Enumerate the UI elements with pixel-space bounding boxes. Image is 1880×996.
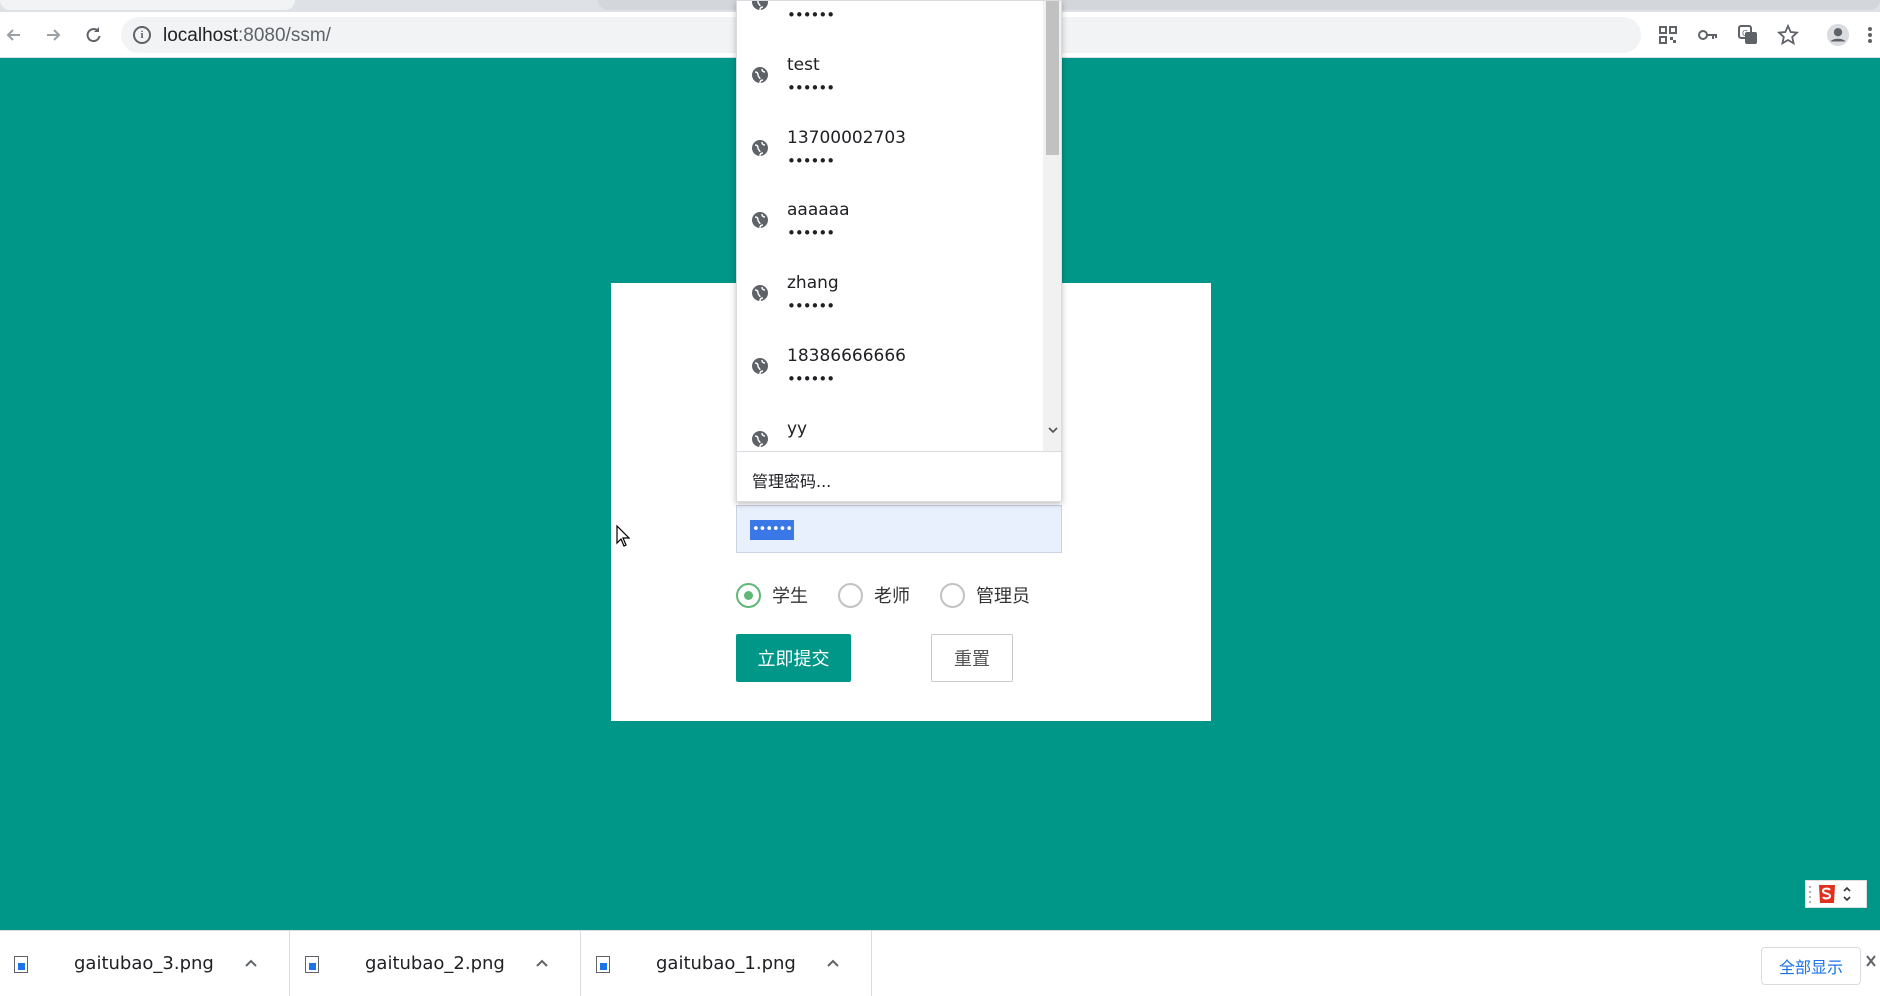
autofill-item[interactable]: aaaaaa •••••• [737,182,1043,254]
autofill-password-dots: •••••• [787,370,835,388]
url-text[interactable]: localhost:8080/ssm/ [163,25,331,47]
chevron-up-icon[interactable] [826,953,840,972]
globe-icon [752,140,768,157]
download-item[interactable]: gaitubao_2.png [291,931,581,996]
forward-icon[interactable] [41,23,65,47]
reload-icon[interactable] [81,23,105,47]
autofill-password-dots: •••••• [787,297,835,315]
show-all-downloads-button[interactable]: 全部显示 [1761,947,1861,985]
image-file-icon [14,956,28,973]
password-input[interactable]: •••••• [736,505,1062,553]
role-admin[interactable]: 管理员 [940,582,1030,608]
radio-student[interactable] [736,582,761,608]
autofill-username: aaaaaa [787,200,850,220]
star-icon[interactable] [1776,23,1800,47]
download-item[interactable]: gaitubao_1.png [582,931,872,996]
submit-button[interactable]: 立即提交 [736,634,851,682]
globe-icon [752,431,768,448]
autofill-item[interactable]: zhang •••••• [737,255,1043,327]
autofill-username: test [787,55,820,75]
qr-icon[interactable] [1656,23,1680,47]
autofill-password-dots: •••••• [787,79,835,97]
scrollbar-thumb[interactable] [1046,1,1059,155]
menu-icon[interactable] [1864,23,1876,47]
download-filename: gaitubao_1.png [656,953,796,974]
chevron-up-icon[interactable] [244,953,258,972]
mouse-cursor-icon [616,525,630,547]
role-teacher[interactable]: 老师 [838,582,910,608]
globe-icon [752,1,768,11]
manage-passwords-label: 管理密码... [752,472,832,491]
autofill-username: 13700002703 [787,128,906,148]
download-item[interactable]: gaitubao_3.png [0,931,290,996]
image-file-icon [596,956,610,973]
globe-icon [752,212,768,229]
chevron-down-icon[interactable] [1046,423,1059,437]
autofill-list: •••••• test •••••• 13700002703 •••••• aa… [737,1,1043,451]
autofill-username: yy [787,419,808,439]
role-label-student: 学生 [772,586,808,607]
radio-teacher[interactable] [838,582,863,608]
autofill-password-dots: •••••• [787,6,835,24]
role-student[interactable]: 学生 [736,582,808,608]
autofill-username: 18386666666 [787,346,906,366]
autofill-item[interactable]: •••••• [737,1,1043,36]
svg-text:G: G [1742,29,1748,38]
manage-passwords-item[interactable]: 管理密码... [737,451,1061,501]
image-file-icon [305,956,319,973]
grip-icon[interactable] [1806,882,1814,906]
key-icon[interactable] [1696,23,1720,47]
translate-icon[interactable]: G [1736,23,1760,47]
sogou-ime-icon[interactable] [1814,882,1840,906]
autofill-item[interactable]: 18386666666 •••••• [737,328,1043,400]
globe-icon [752,358,768,375]
reset-button[interactable]: 重置 [931,634,1013,682]
autofill-password-dots: •••••• [787,224,835,242]
profile-icon[interactable] [1826,23,1850,47]
role-label-teacher: 老师 [874,586,910,607]
autofill-scrollbar[interactable] [1043,1,1061,451]
autofill-username: zhang [787,273,839,293]
role-radio-group: 学生 老师 管理员 [736,580,1060,610]
password-autofill-dropdown: •••••• test •••••• 13700002703 •••••• aa… [736,0,1062,502]
chevron-up-icon[interactable] [535,953,549,972]
globe-icon [752,285,768,302]
autofill-item[interactable]: yy [737,401,1043,451]
role-label-admin: 管理员 [976,586,1030,607]
ime-menu-icon[interactable] [1840,882,1854,906]
close-icon[interactable] [1866,953,1876,972]
ime-toolbar[interactable] [1805,880,1867,908]
download-filename: gaitubao_3.png [74,953,214,974]
browser-tab[interactable] [0,0,295,10]
autofill-item[interactable]: 13700002703 •••••• [737,110,1043,182]
url-host: localhost [163,25,238,46]
info-icon[interactable]: i [133,26,151,44]
back-icon[interactable] [2,23,26,47]
autofill-password-dots: •••••• [787,152,835,170]
url-path: :8080/ssm/ [238,25,331,46]
radio-admin[interactable] [940,582,965,608]
globe-icon [752,67,768,84]
autofill-item[interactable]: test •••••• [737,37,1043,109]
download-filename: gaitubao_2.png [365,953,505,974]
password-selected-text: •••••• [750,520,795,540]
download-bar: gaitubao_3.png gaitubao_2.png gaitubao_1… [0,930,1880,996]
